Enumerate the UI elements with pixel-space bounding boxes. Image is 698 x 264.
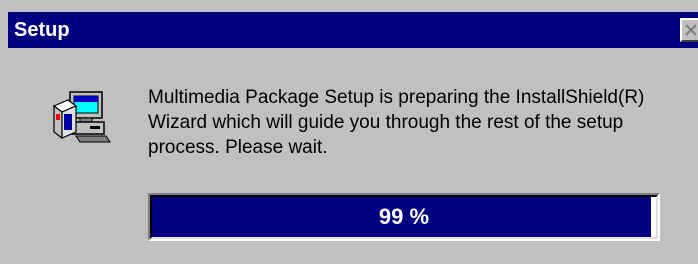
message-line: Multimedia Package Setup is preparing th… bbox=[148, 87, 645, 108]
window-title: Setup bbox=[14, 19, 70, 41]
message-line: Wizard which will guide you through the … bbox=[148, 112, 624, 133]
status-message: Multimedia Package Setup is preparing th… bbox=[148, 85, 698, 160]
dialog-body: Multimedia Package Setup is preparing th… bbox=[8, 48, 698, 264]
setup-window: Setup Multimedia Package Setup is prepar… bbox=[0, 0, 698, 264]
progress-bar: 99 % bbox=[148, 193, 660, 241]
progress-label: 99 % bbox=[378, 204, 430, 229]
message-line: process. Please wait. bbox=[148, 137, 328, 158]
computer-setup-icon bbox=[52, 91, 111, 143]
close-button[interactable] bbox=[680, 18, 698, 42]
title-bar[interactable]: Setup bbox=[8, 12, 698, 48]
close-icon bbox=[685, 24, 697, 36]
